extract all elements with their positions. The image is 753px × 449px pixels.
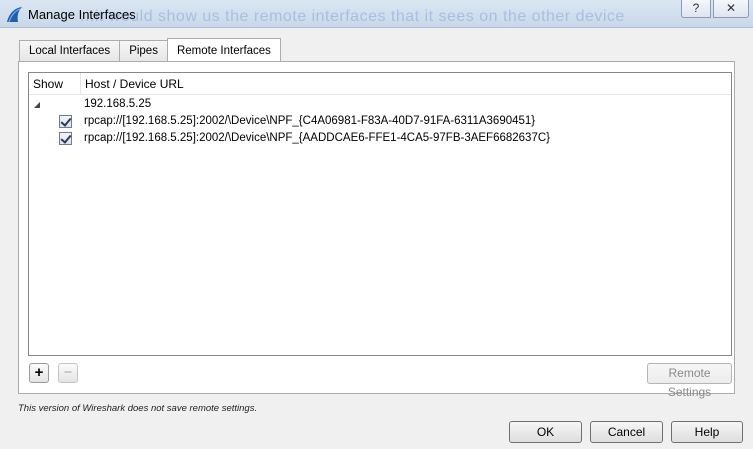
help-button[interactable]: Help [671,421,743,443]
cancel-button[interactable]: Cancel [590,421,663,443]
help-title-button[interactable]: ? [681,0,711,18]
device-2-url[interactable]: rpcap://[192.168.5.25]:2002/\Device\NPF_… [84,130,550,147]
window-title: Manage Interfaces [28,7,136,22]
title-bar: ...it would show us the remote interface… [0,0,753,28]
dialog-body: Local Interfaces Pipes Remote Interfaces… [5,28,748,449]
remote-interfaces-tree[interactable]: Show Host / Device URL 192.168.5.25 rpca… [28,72,732,356]
wireshark-fin-icon [7,7,22,23]
device-1-show-checkbox[interactable] [59,115,72,128]
close-window-button[interactable]: ✕ [713,0,749,18]
collapse-arrow-icon[interactable] [33,101,41,109]
device-2-show-checkbox[interactable] [59,132,72,145]
remote-settings-note: This version of Wireshark does not save … [18,403,258,414]
remote-settings-button[interactable]: Remote Settings [647,363,732,399]
column-header-url[interactable]: Host / Device URL [81,73,731,95]
column-header-show[interactable]: Show [29,73,81,95]
remote-interfaces-panel: Show Host / Device URL 192.168.5.25 rpca… [18,61,735,399]
title-bar-ghost-text: ...it would show us the remote interface… [80,8,625,25]
add-host-button[interactable]: + [29,363,49,383]
tab-local-interfaces[interactable]: Local Interfaces [19,40,121,62]
remove-host-button[interactable]: − [58,363,78,383]
device-1-url[interactable]: rpcap://[192.168.5.25]:2002/\Device\NPF_… [84,113,535,130]
ok-button[interactable]: OK [509,421,582,443]
tab-remote-interfaces[interactable]: Remote Interfaces [166,38,281,61]
tree-header: Show Host / Device URL [29,73,731,95]
tab-pipes[interactable]: Pipes [119,40,168,62]
tab-bar: Local Interfaces Pipes Remote Interfaces [19,38,281,62]
host-row[interactable]: 192.168.5.25 [84,96,151,113]
